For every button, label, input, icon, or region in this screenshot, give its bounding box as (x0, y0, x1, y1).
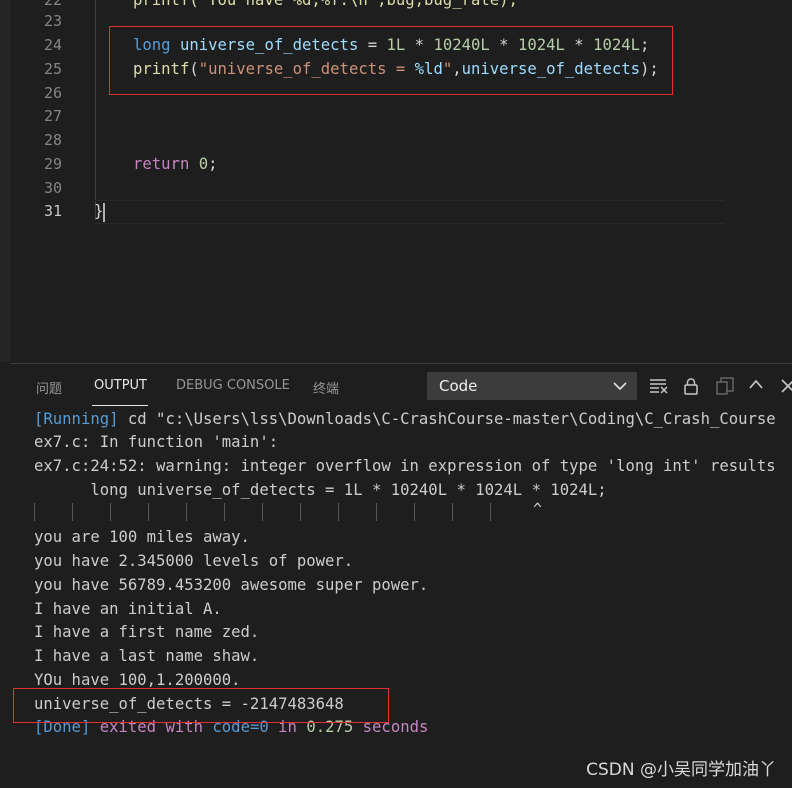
output-line: I have a first name zed. (34, 623, 260, 641)
panel-tabs: 问题 OUTPUT DEBUG CONSOLE 终端 Code (10, 364, 792, 408)
output-line: you have 56789.453200 awesome super powe… (34, 576, 429, 594)
highlight-box (109, 26, 673, 95)
output-line: ex7.c:24:52: warning: integer overflow i… (34, 457, 776, 475)
filter-clear-icon[interactable] (649, 377, 669, 395)
lock-icon[interactable] (682, 377, 700, 395)
tab-terminal[interactable]: 终端 (313, 378, 339, 397)
line-number: 25 (43, 60, 62, 78)
running-tag: [Running] (34, 410, 119, 428)
code-editor[interactable]: 22 printf("You have %d,%f.\n",bug,bug_ra… (0, 0, 792, 362)
chevron-down-icon (613, 382, 627, 391)
code-line-28: 28 (0, 128, 792, 152)
code-line-29: 29 return 0; (0, 152, 792, 176)
output-line: you are 100 miles away. (34, 528, 250, 546)
output-line: I have a last name shaw. (34, 647, 260, 665)
output-running-line: [Running] cd "c:\Users\lss\Downloads\C-C… (34, 407, 776, 431)
line-number: 29 (43, 155, 62, 173)
output-line: you have 2.345000 levels of power. (34, 552, 354, 570)
active-tab-indicator (92, 405, 148, 406)
code-text: } (94, 202, 104, 220)
line-number: 28 (43, 131, 62, 149)
warning-caret: ^ (533, 500, 543, 518)
line-number: 30 (43, 179, 62, 197)
line-number: 24 (43, 36, 62, 54)
watermark: CSDN @小吴同学加油丫 (586, 760, 776, 780)
tab-problems[interactable]: 问题 (36, 378, 62, 397)
running-command: cd "c:\Users\lss\Downloads\C-CrashCourse… (118, 410, 776, 428)
line-number: 26 (43, 84, 62, 102)
output-channel-value: Code (439, 377, 478, 395)
output-line: long universe_of_detects = 1L * 10240L *… (34, 481, 607, 499)
bottom-panel: 问题 OUTPUT DEBUG CONSOLE 终端 Code [Running… (10, 363, 792, 788)
tab-debug-console[interactable]: DEBUG CONSOLE (176, 378, 290, 393)
output-line: ex7.c: In function 'main': (34, 433, 279, 451)
code-line-27: 27 (0, 104, 792, 128)
chevron-up-icon[interactable] (748, 377, 764, 393)
code-text: return 0; (133, 155, 218, 173)
output-channel-select[interactable]: Code (427, 372, 637, 400)
line-number: 31 (43, 202, 62, 220)
line-number: 23 (43, 12, 62, 30)
result-highlight-box (13, 688, 389, 723)
output-line: I have an initial A. (34, 600, 222, 618)
line-number: 27 (43, 107, 62, 125)
code-line-30: 30 (0, 176, 792, 200)
copy-icon[interactable] (715, 377, 735, 395)
close-icon[interactable] (780, 377, 792, 393)
tab-output[interactable]: OUTPUT (94, 378, 147, 393)
text-cursor (103, 203, 105, 222)
code-line-31: 31 } (0, 199, 792, 223)
warning-caret-row: ^ (34, 500, 542, 522)
